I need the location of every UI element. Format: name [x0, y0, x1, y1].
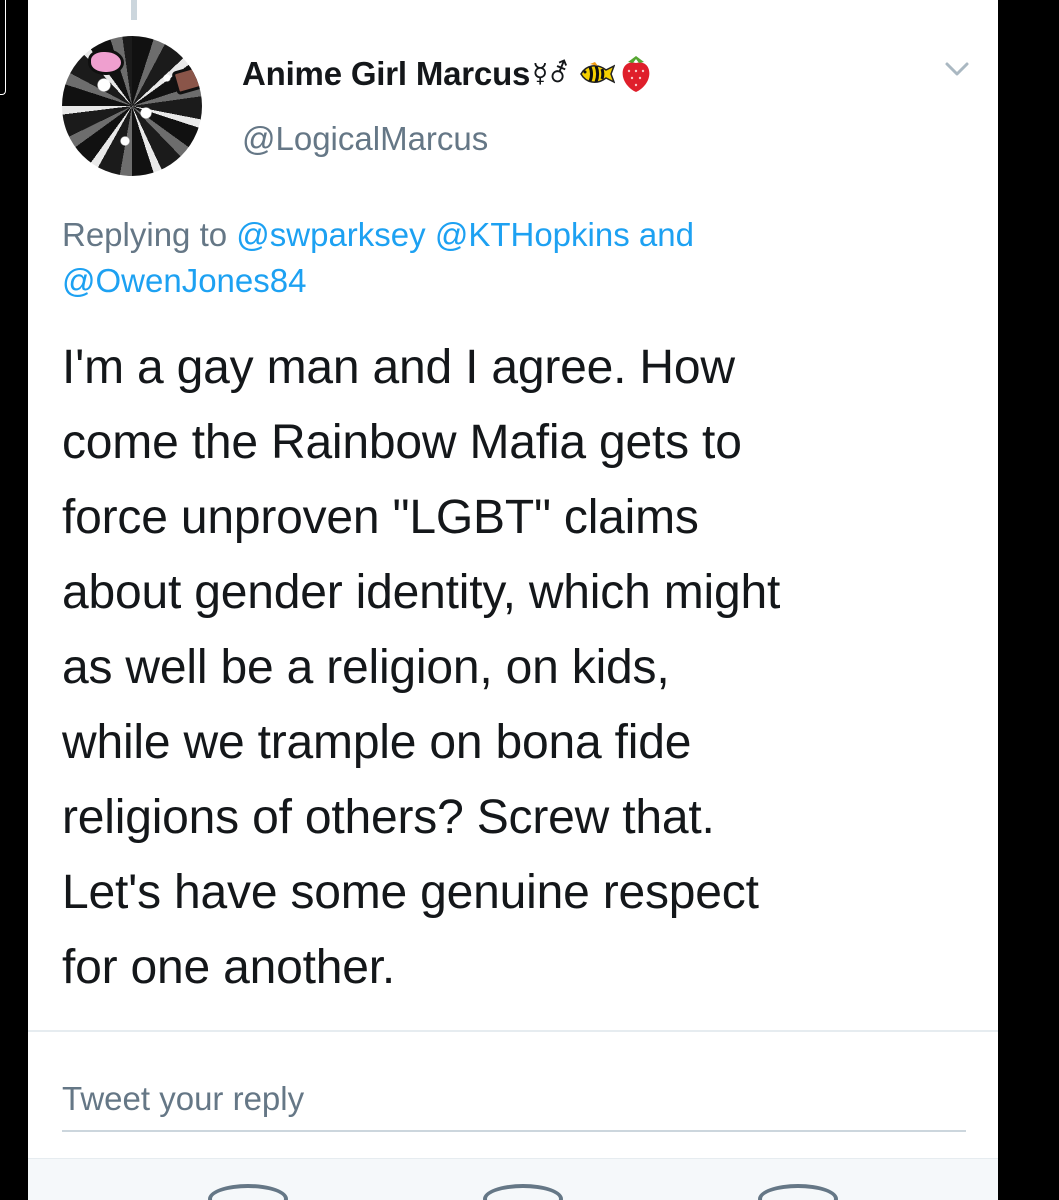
- reply-divider: [28, 1030, 998, 1032]
- conversation-thread-line: [131, 0, 137, 20]
- screenshot-frame: Anime Girl Marcus ☿⚦ @LogicalMarcus Repl…: [0, 0, 1059, 1200]
- author-name-row[interactable]: Anime Girl Marcus ☿⚦: [242, 50, 653, 98]
- tweet-text: I'm a gay man and I agree. How come the …: [62, 341, 781, 994]
- avatar-brown-detail: [171, 64, 202, 96]
- mention-swparksey[interactable]: @swparksey: [236, 216, 425, 253]
- avatar[interactable]: [62, 36, 202, 176]
- identity-symbols: ☿⚦: [532, 59, 570, 89]
- replying-prefix: Replying to: [62, 216, 237, 253]
- replying-to-line: Replying to @swparksey @KTHopkins and @O…: [62, 212, 962, 304]
- username-handle[interactable]: @LogicalMarcus: [242, 120, 488, 158]
- mention-joiner-and[interactable]: and: [630, 216, 694, 253]
- display-name[interactable]: Anime Girl Marcus: [242, 55, 530, 93]
- tweet-card: Anime Girl Marcus ☿⚦ @LogicalMarcus Repl…: [28, 0, 998, 1200]
- like-action-icon[interactable]: [758, 1184, 838, 1200]
- retweet-action-icon[interactable]: [483, 1184, 563, 1200]
- tropical-fish-icon: [580, 62, 615, 84]
- mention-kthopkins[interactable]: @KTHopkins: [435, 216, 630, 253]
- chevron-down-icon[interactable]: [942, 57, 972, 81]
- window-edge: [0, 0, 6, 95]
- tweet-reply-input[interactable]: [62, 1068, 966, 1132]
- mention-owenjones84[interactable]: @OwenJones84: [62, 262, 306, 299]
- bottom-action-bar: [28, 1158, 998, 1200]
- reply-action-icon[interactable]: [208, 1184, 288, 1200]
- strawberry-icon: [622, 56, 650, 92]
- avatar-pink-detail: [88, 49, 124, 75]
